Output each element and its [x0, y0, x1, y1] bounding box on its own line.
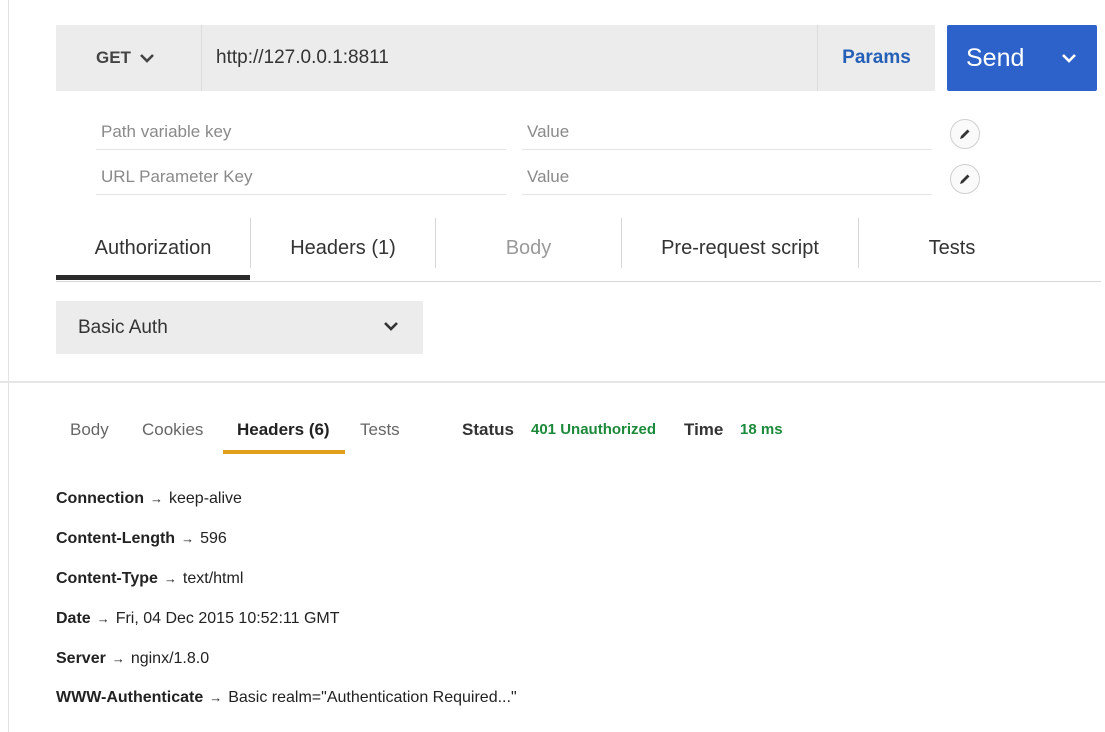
tab-pre-request-script[interactable]: Pre-request script [622, 218, 858, 278]
arrow-icon: → [150, 491, 163, 506]
url-parameter-row: URL Parameter Key Value [96, 159, 933, 199]
arrow-icon: → [111, 651, 125, 666]
tab-tests[interactable]: Tests [859, 218, 1045, 278]
time-value: 18 ms [740, 421, 783, 438]
response-active-tab-indicator [223, 450, 345, 454]
status-label: Status [462, 420, 514, 439]
chevron-down-icon [140, 54, 154, 63]
header-key: WWW-Authenticate [56, 689, 204, 706]
request-url-bar: GET Params [56, 25, 935, 91]
header-value: Basic realm="Authentication Required..." [228, 689, 517, 706]
method-label: GET [96, 48, 131, 67]
arrow-icon: → [163, 571, 177, 586]
header-key: Date [56, 610, 91, 627]
header-key: Connection [56, 490, 144, 507]
response-tab-headers[interactable]: Headers (6) [237, 420, 330, 440]
response-tab-body[interactable]: Body [70, 420, 109, 440]
path-variable-key-field[interactable]: Path variable key [96, 114, 506, 150]
header-key: Content-Length [56, 530, 176, 547]
header-row: WWW-Authenticate → Basic realm="Authentica… [56, 689, 517, 707]
url-input[interactable] [202, 25, 817, 91]
arrow-icon: → [96, 611, 110, 626]
header-value: text/html [182, 570, 244, 587]
section-divider [0, 381, 1105, 383]
chevron-down-icon [384, 322, 398, 331]
header-value: keep-alive [169, 490, 242, 507]
header-value: 596 [200, 530, 227, 547]
params-button[interactable]: Params [817, 25, 935, 91]
time-label: Time [684, 420, 724, 439]
header-row: Date → Fri, 04 Dec 2015 10:52:11 GMT [56, 610, 340, 628]
method-dropdown[interactable]: GET [56, 25, 202, 91]
response-bar: Body Cookies Headers (6) Tests Status 40… [56, 416, 1056, 456]
left-border [8, 0, 9, 732]
arrow-icon: → [209, 690, 223, 705]
header-value: Fri, 04 Dec 2015 10:52:11 GMT [115, 610, 340, 627]
header-key: Content-Type [56, 570, 158, 587]
header-key: Server [56, 650, 106, 667]
arrow-icon: → [181, 531, 195, 546]
header-row: Content-Type → text/html [56, 570, 243, 588]
auth-type-select[interactable]: Basic Auth [56, 301, 423, 354]
path-variable-row: Path variable key Value [96, 114, 933, 154]
url-parameter-value-field[interactable]: Value [522, 159, 932, 195]
header-row: Connection → keep-alive [56, 490, 242, 508]
send-label: Send [966, 43, 1025, 72]
header-row: Content-Length → 596 [56, 530, 227, 548]
url-parameter-key-field[interactable]: URL Parameter Key [96, 159, 506, 195]
header-value: nginx/1.8.0 [130, 650, 210, 667]
send-button[interactable]: Send [947, 25, 1097, 91]
tab-authorization[interactable]: Authorization [56, 218, 250, 278]
status-value: 401 Unauthorized [531, 421, 657, 438]
edit-icon[interactable] [950, 164, 980, 194]
response-tab-cookies[interactable]: Cookies [142, 420, 203, 440]
tab-headers[interactable]: Headers (1) [251, 218, 435, 278]
active-tab-indicator [56, 275, 250, 280]
header-row: Server → nginx/1.8.0 [56, 650, 209, 668]
path-variable-value-field[interactable]: Value [522, 114, 932, 150]
edit-icon[interactable] [950, 119, 980, 149]
chevron-down-icon[interactable] [1061, 53, 1077, 63]
tab-body[interactable]: Body [436, 218, 621, 278]
auth-type-label: Basic Auth [78, 316, 168, 338]
response-tab-tests[interactable]: Tests [360, 420, 400, 440]
request-tabs: Authorization Headers (1) Body Pre-reque… [56, 218, 1101, 282]
